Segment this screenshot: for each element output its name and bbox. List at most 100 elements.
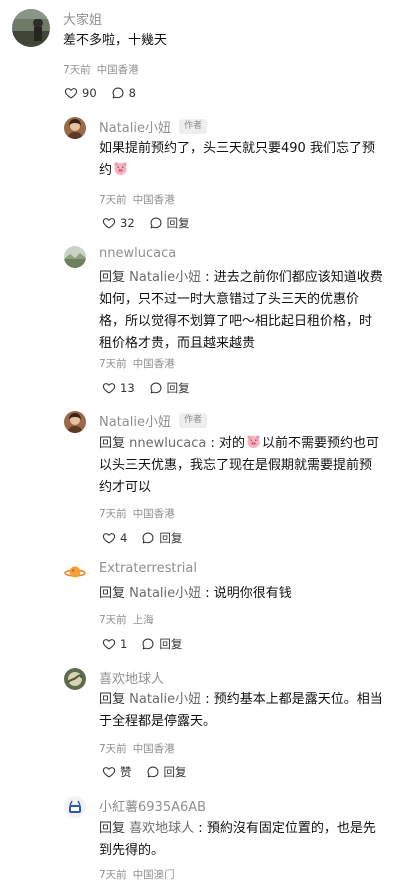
reply-mention[interactable]: Natalie小妞 xyxy=(129,270,201,285)
comment-location: 中国香港 xyxy=(132,743,175,755)
comment-time: 7天前 xyxy=(99,743,127,755)
like-label: 赞 xyxy=(120,765,132,779)
author-name-text: Natalie小妞 xyxy=(99,121,171,136)
avatar[interactable] xyxy=(64,117,86,139)
reply-button[interactable]: 回复 xyxy=(141,636,182,652)
heart-icon xyxy=(102,533,116,544)
author-name-text: Natalie小妞 xyxy=(99,415,171,430)
like-button[interactable]: 32 xyxy=(102,216,135,230)
comment-actions: 1 回复 xyxy=(102,636,182,652)
like-button[interactable]: 1 xyxy=(102,637,127,651)
comment-line: : 預約沒有固定位置的，也是先 xyxy=(194,821,376,836)
comment-location: 中国澳门 xyxy=(132,869,175,881)
reply-icon xyxy=(150,217,162,229)
author-name-text: 大家姐 xyxy=(63,13,103,28)
heart-icon xyxy=(102,218,116,229)
reply-label: 回复 xyxy=(166,216,190,230)
like-button[interactable]: 90 xyxy=(64,86,97,100)
comment-author-name[interactable]: 喜欢地球人 xyxy=(99,668,164,687)
comment-actions: 13 回复 xyxy=(102,380,190,396)
like-button[interactable]: 13 xyxy=(102,381,135,395)
comment-line: 约 xyxy=(99,163,113,178)
comment-author-name[interactable]: nnewlucaca xyxy=(99,246,176,261)
comment-author-name[interactable]: Natalie小妞 作者 xyxy=(99,117,207,136)
comment-author-name[interactable]: 小紅薯6935A6AB xyxy=(99,796,206,815)
comment-actions: 4 回复 xyxy=(102,530,182,546)
reply-prefix: 回复 xyxy=(99,436,126,451)
avatar[interactable] xyxy=(64,411,86,433)
pig-face-emoji xyxy=(246,434,261,449)
author-badge: 作者 xyxy=(178,119,207,134)
comment-author-name[interactable]: Extraterrestrial xyxy=(99,561,197,576)
avatar[interactable] xyxy=(64,246,86,268)
reply-button[interactable]: 回复 xyxy=(149,215,190,231)
comment-button[interactable]: 8 xyxy=(111,86,136,100)
comment-line: : 预约基本上都是露天位。相当 xyxy=(201,692,383,707)
comment-line: 差不多啦，十幾天 xyxy=(63,33,168,48)
reply-mention[interactable]: nnewlucaca xyxy=(129,436,206,451)
reply-prefix: 回复 xyxy=(99,692,126,707)
author-name-text: 喜欢地球人 xyxy=(99,672,165,687)
like-button[interactable]: 4 xyxy=(102,531,127,545)
comment-author-name[interactable]: 大家姐 xyxy=(63,9,102,28)
comment-text: 回复 Natalie小妞 : 预约基本上都是露天位。相当 于全程都是停露天。 xyxy=(99,689,383,733)
comment-location: 中国香港 xyxy=(132,194,175,206)
avatar[interactable] xyxy=(12,9,50,47)
comment-text: 如果提前预约了，头三天就只要490 我们忘了预 约 xyxy=(99,138,375,182)
comment-line: 租价格才贵，而且越来越贵 xyxy=(99,336,256,351)
comment-time: 7天前 xyxy=(99,869,127,881)
avatar[interactable] xyxy=(64,561,86,583)
comment-line: 如果提前预约了，头三天就只要490 我们忘了预 xyxy=(99,141,375,156)
comment-location: 中国香港 xyxy=(132,358,175,370)
comment-meta: 7天前 中国澳门 xyxy=(99,867,175,882)
comment-location: 中国香港 xyxy=(96,64,139,76)
reply-button[interactable]: 回复 xyxy=(149,380,190,396)
comment-text: 回复 Natalie小妞 : 进去之前你们都应该知道收费 如何，只不过一时大意错… xyxy=(99,267,383,355)
like-count: 90 xyxy=(82,86,97,100)
avatar[interactable] xyxy=(64,796,86,818)
comment-author-name[interactable]: Natalie小妞 作者 xyxy=(99,411,207,430)
like-count: 1 xyxy=(120,637,128,651)
comment-count: 8 xyxy=(128,86,136,100)
comment-line: 如何，只不过一时大意错过了头三天的优惠价 xyxy=(99,292,360,307)
comment-icon xyxy=(112,87,124,99)
comment-time: 7天前 xyxy=(99,358,127,370)
reply-mention[interactable]: Natalie小妞 xyxy=(129,692,201,707)
comment-line: : 进去之前你们都应该知道收费 xyxy=(201,270,383,285)
comment-time: 7天前 xyxy=(63,64,91,76)
comment-line: : 说明你很有钱 xyxy=(201,586,292,601)
comment-actions: 32 回复 xyxy=(102,215,190,231)
comment-line: : 对的 xyxy=(206,436,245,451)
reply-mention[interactable]: Natalie小妞 xyxy=(129,586,201,601)
author-name-text: 小紅薯6935A6AB xyxy=(99,800,207,815)
heart-icon xyxy=(102,767,116,778)
reply-label: 回复 xyxy=(166,381,190,395)
comment-meta: 7天前 中国香港 xyxy=(63,62,139,77)
comment-line: 到先得的。 xyxy=(99,843,165,858)
heart-icon xyxy=(64,88,78,99)
reply-icon xyxy=(147,766,158,778)
reply-icon xyxy=(142,532,154,544)
comment-line: 格，所以觉得不划算了吧～相比起日租价格，时 xyxy=(99,314,373,329)
reply-button[interactable]: 回复 xyxy=(141,530,182,546)
comment-meta: 7天前 中国香港 xyxy=(99,741,175,756)
reply-mention[interactable]: 喜欢地球人 xyxy=(129,821,194,836)
comment-line: 以头三天优惠，我忘了现在是假期就需要提前预 xyxy=(99,458,373,473)
author-name-text: nnewlucaca xyxy=(99,246,177,261)
comment-time: 7天前 xyxy=(99,614,127,626)
reply-label: 回复 xyxy=(159,531,183,545)
reply-icon xyxy=(142,638,154,650)
comment-meta: 7天前 上海 xyxy=(99,612,154,627)
comment-location: 中国香港 xyxy=(132,508,175,520)
comment-location: 上海 xyxy=(132,614,154,626)
comment-text: 差不多啦，十幾天 xyxy=(63,30,167,52)
heart-icon xyxy=(102,383,116,394)
reply-button[interactable]: 回复 xyxy=(146,764,187,780)
comment-meta: 7天前 中国香港 xyxy=(99,192,175,207)
like-count: 4 xyxy=(120,531,128,545)
reply-label: 回复 xyxy=(159,637,183,651)
reply-label: 回复 xyxy=(163,765,187,779)
avatar[interactable] xyxy=(64,668,86,690)
like-button[interactable]: 赞 xyxy=(102,764,132,780)
author-badge: 作者 xyxy=(178,413,207,428)
